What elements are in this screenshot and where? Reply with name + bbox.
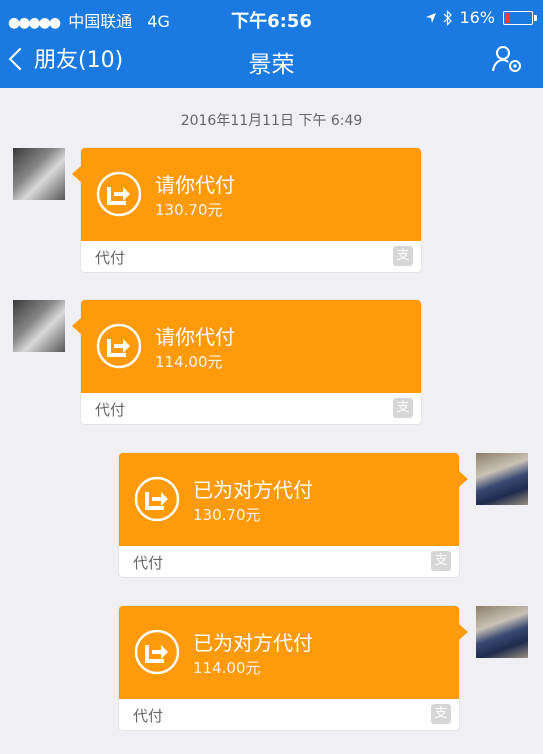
card-footer: 代付 支 xyxy=(81,241,421,272)
card-title: 请你代付 xyxy=(155,325,235,349)
card-title: 已为对方代付 xyxy=(193,631,313,655)
card-footer: 代付 支 xyxy=(119,546,459,577)
card-title: 请你代付 xyxy=(155,173,235,197)
footer-label: 代付 xyxy=(95,249,126,267)
battery-icon xyxy=(503,10,537,25)
card-footer: 代付 支 xyxy=(81,393,421,424)
footer-label: 代付 xyxy=(95,401,126,419)
card-amount: 114.00元 xyxy=(193,659,261,677)
location-arrow-icon xyxy=(426,12,437,23)
bluetooth-icon xyxy=(444,9,453,26)
friend-avatar[interactable] xyxy=(13,300,65,352)
share-arrow-icon xyxy=(134,629,180,675)
top-bar: ●●●●● 中国联通 4G 下午6:56 16% 朋友(10) 景荣 xyxy=(0,0,543,88)
share-arrow-icon xyxy=(134,476,180,522)
user-settings-icon[interactable] xyxy=(491,44,523,74)
share-arrow-icon xyxy=(96,171,142,217)
bubble-tail xyxy=(459,471,468,487)
card-header: 请你代付 114.00元 xyxy=(81,300,421,393)
bubble-tail xyxy=(459,624,468,640)
page-title: 景荣 xyxy=(248,52,295,78)
footer-label: 代付 xyxy=(133,554,164,572)
status-right: 16% xyxy=(425,8,537,27)
alipay-icon: 支 xyxy=(431,704,451,724)
payment-request-card[interactable]: 请你代付 130.70元 代付 支 xyxy=(72,148,421,272)
my-avatar[interactable] xyxy=(476,453,528,505)
alipay-icon: 支 xyxy=(431,551,451,571)
share-arrow-icon xyxy=(96,323,142,369)
card-header: 已为对方代付 130.70元 xyxy=(119,453,459,546)
chat-timestamp: 2016年11月11日 下午 6:49 xyxy=(180,113,363,129)
bubble-tail xyxy=(72,166,81,182)
card-header: 请你代付 130.70元 xyxy=(81,148,421,241)
payment-paid-card[interactable]: 已为对方代付 130.70元 代付 支 xyxy=(119,453,468,577)
friend-avatar[interactable] xyxy=(13,148,65,200)
bubble-tail xyxy=(72,318,81,334)
footer-label: 代付 xyxy=(133,707,164,725)
status-bar: ●●●●● 中国联通 4G 下午6:56 16% xyxy=(0,0,543,34)
battery-percent: 16% xyxy=(459,8,495,27)
card-amount: 114.00元 xyxy=(155,353,223,371)
card-amount: 130.70元 xyxy=(155,201,223,219)
alipay-icon: 支 xyxy=(393,398,413,418)
card-header: 已为对方代付 114.00元 xyxy=(119,606,459,699)
payment-request-card[interactable]: 请你代付 114.00元 代付 支 xyxy=(72,300,421,424)
card-amount: 130.70元 xyxy=(193,506,261,524)
card-title: 已为对方代付 xyxy=(193,478,313,502)
payment-paid-card[interactable]: 已为对方代付 114.00元 代付 支 xyxy=(119,606,468,730)
card-footer: 代付 支 xyxy=(119,699,459,730)
alipay-icon: 支 xyxy=(393,246,413,266)
my-avatar[interactable] xyxy=(476,606,528,658)
